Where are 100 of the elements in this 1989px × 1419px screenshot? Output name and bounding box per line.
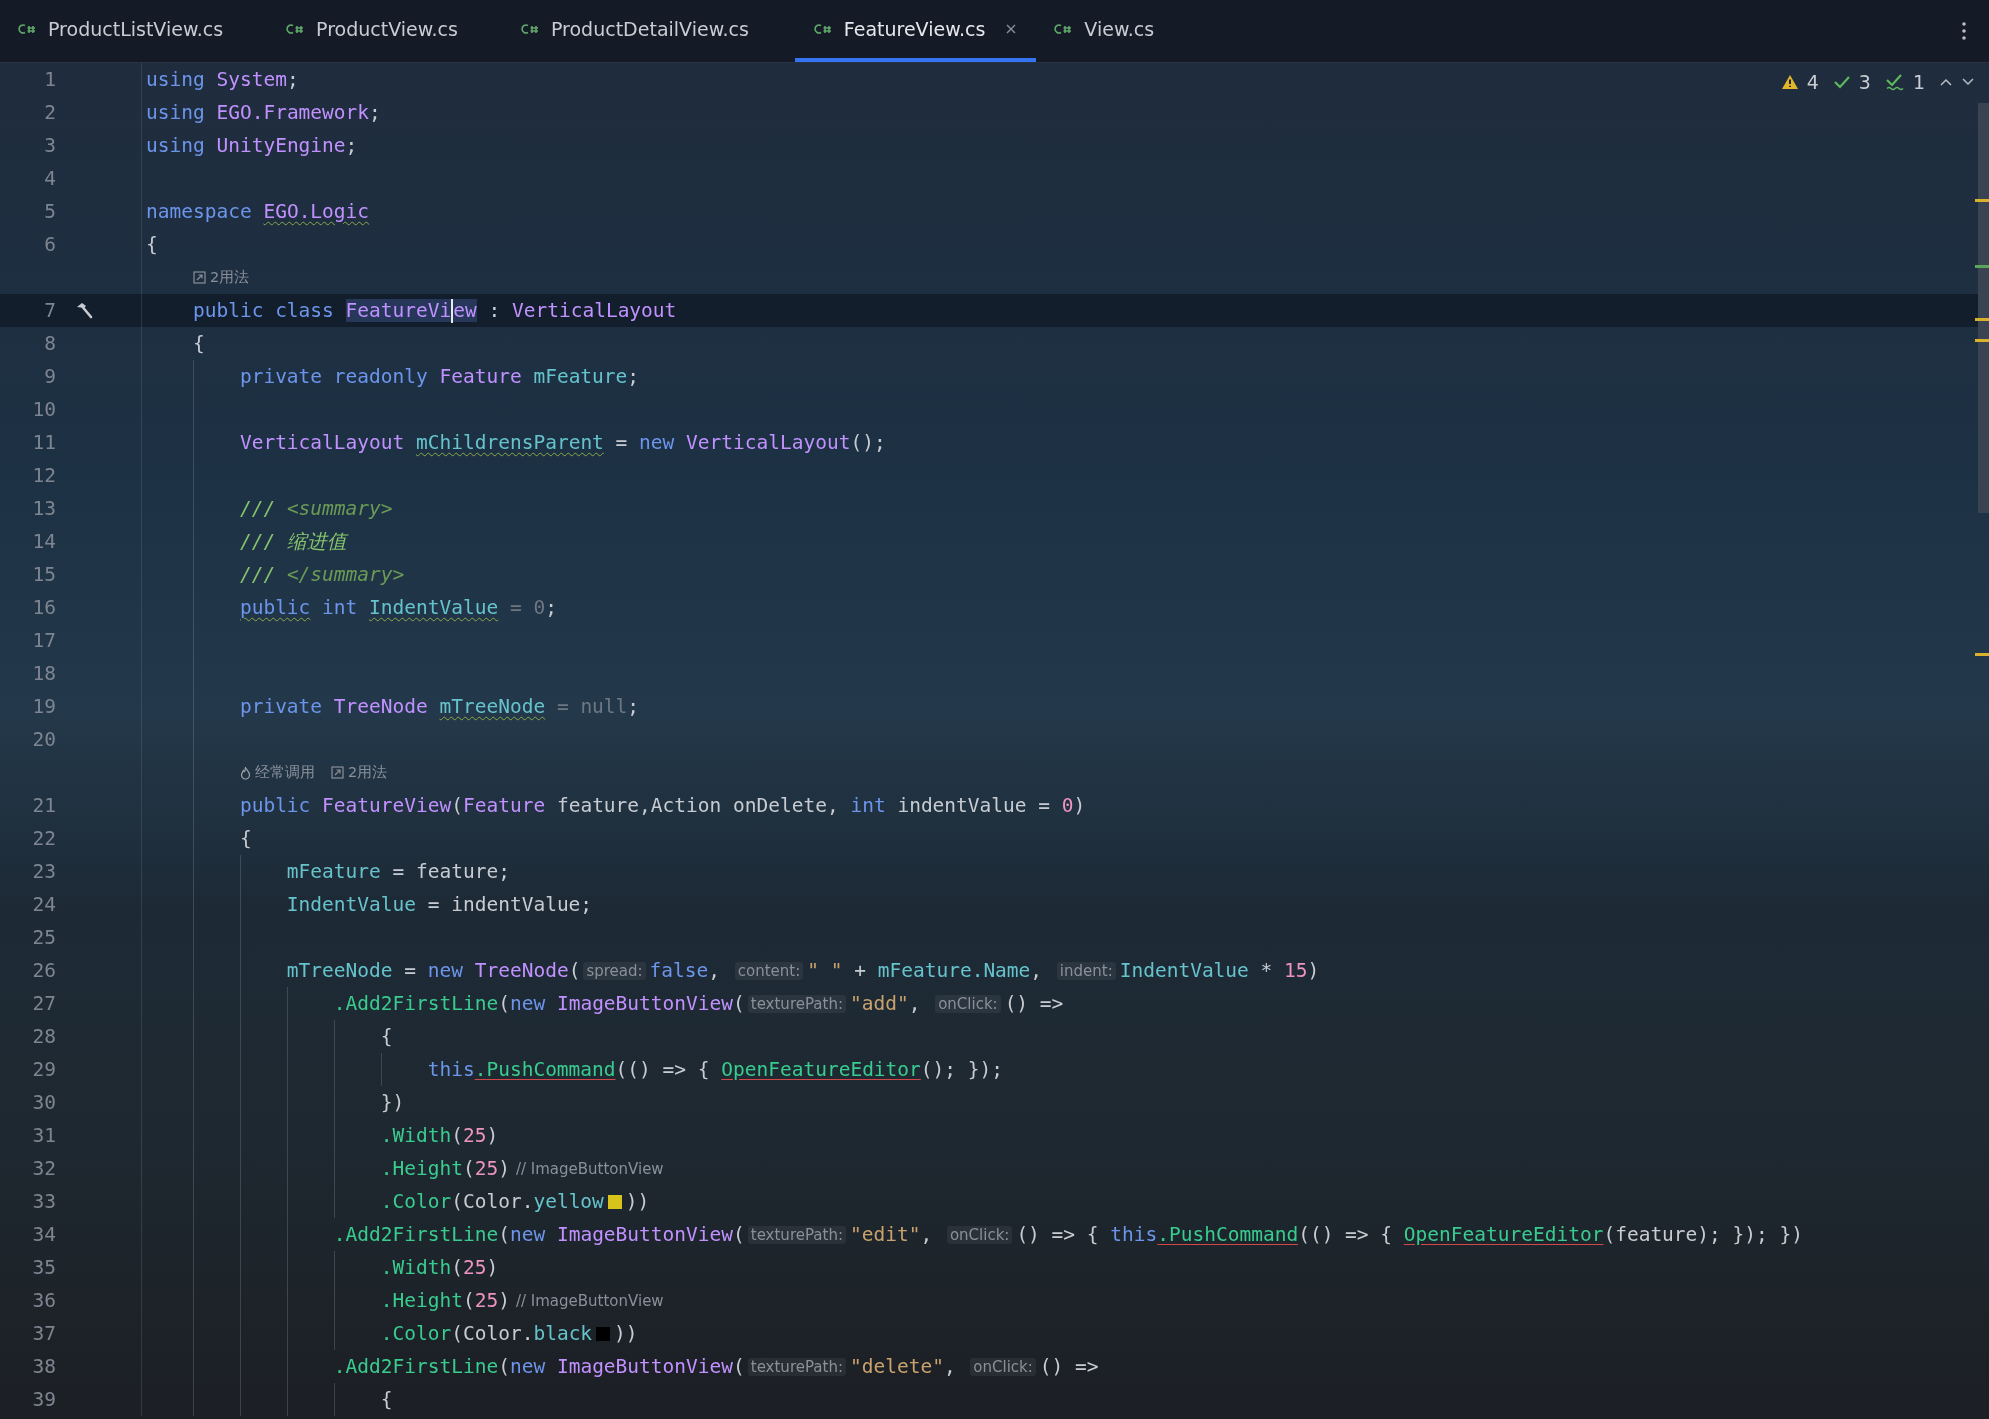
usages-icon: [330, 766, 344, 779]
field-name: IndentValue: [1119, 959, 1249, 982]
code-text: ;: [286, 68, 299, 91]
field-name: mFeature: [533, 365, 628, 388]
namespace-name: System: [216, 68, 287, 91]
more-options-icon[interactable]: [1961, 21, 1967, 41]
type-name: ImageButtonView: [556, 1355, 733, 1378]
inline-hint: // ImageButtonView: [515, 1291, 664, 1310]
scrollbar-thumb[interactable]: [1978, 103, 1989, 513]
method-name[interactable]: .Width: [380, 1124, 452, 1147]
code-text: (() => {: [615, 1058, 711, 1081]
line-number: 31: [31, 1124, 56, 1147]
type-name: FeatureView: [322, 794, 452, 817]
keyword: new: [427, 959, 463, 982]
method-name[interactable]: .Color: [380, 1190, 452, 1213]
code-text: ,: [708, 959, 722, 982]
keyword: this: [1110, 1223, 1158, 1246]
line-number: 28: [31, 1025, 56, 1048]
method-name[interactable]: .Add2FirstLine: [333, 992, 499, 1015]
number-literal: 25: [474, 1289, 499, 1312]
unused-code: = null: [555, 695, 628, 718]
code-text: {: [146, 233, 158, 256]
line-number: 34: [31, 1223, 56, 1246]
line-number: 33: [31, 1190, 56, 1213]
line-number: 37: [31, 1322, 56, 1345]
line-number: 21: [31, 794, 56, 817]
method-name[interactable]: .Height: [380, 1289, 463, 1312]
file-tab[interactable]: ProductListView.cs: [0, 0, 269, 62]
keyword: public: [239, 596, 311, 619]
chevron-down-icon[interactable]: [1961, 77, 1975, 87]
method-name[interactable]: OpenFeatureEditor: [721, 1058, 921, 1081]
parameter-hint: spread:: [583, 961, 646, 980]
text-caret: [451, 298, 454, 323]
method-name[interactable]: .Add2FirstLine: [333, 1355, 499, 1378]
field-name: mChildrensParent: [416, 431, 604, 454]
code-vision-text[interactable]: 经常调用: [254, 763, 315, 782]
keyword: using: [146, 101, 205, 124]
field-name: mTreeNode: [286, 959, 393, 982]
code-text: () =>: [1004, 992, 1064, 1015]
code-text: (: [498, 1355, 510, 1378]
code-text: )): [625, 1190, 650, 1213]
code-text: ,: [943, 1355, 957, 1378]
code-text: ,: [920, 1223, 934, 1246]
code-text: ): [486, 1256, 499, 1279]
field-name: black: [533, 1322, 593, 1345]
method-name[interactable]: OpenFeatureEditor: [1403, 1223, 1604, 1246]
parameter-hint: onClick:: [970, 1357, 1036, 1376]
code-text: ;: [627, 365, 640, 388]
string-literal: "add": [849, 992, 909, 1015]
keyword: using: [146, 134, 205, 157]
code-text: +: [853, 959, 867, 982]
problem-count: 4: [1806, 71, 1819, 93]
line-number: 17: [31, 629, 56, 652]
chevron-up-icon[interactable]: [1939, 77, 1953, 87]
line-number: 32: [31, 1157, 56, 1180]
method-name[interactable]: .Color: [380, 1322, 452, 1345]
method-name[interactable]: .PushCommand: [474, 1058, 616, 1081]
code-text: ;: [545, 596, 557, 619]
line-number: 25: [31, 926, 56, 949]
keyword: private readonly: [239, 365, 428, 388]
file-tab[interactable]: View.cs: [1036, 0, 1200, 62]
namespace-name: EGO.Framework: [216, 101, 370, 124]
file-tab[interactable]: ProductDetailView.cs: [502, 0, 794, 62]
file-tab[interactable]: ProductView.cs: [268, 0, 503, 62]
usages-icon: [192, 271, 206, 284]
code-text: {: [380, 1388, 393, 1411]
line-number: 23: [31, 860, 56, 883]
type-name: Feature: [463, 794, 546, 817]
type-name: TreeNode: [333, 695, 428, 718]
line-number: 11: [31, 431, 56, 454]
keyword: public class: [192, 299, 334, 322]
inline-hint: // ImageButtonView: [515, 1159, 664, 1178]
namespace-name: EGO.Logic: [263, 200, 370, 223]
code-text: (: [498, 992, 510, 1015]
typo-check-icon: [1884, 73, 1905, 91]
method-name[interactable]: .Width: [380, 1256, 452, 1279]
code-vision-text[interactable]: 2用法: [347, 763, 388, 782]
line-number: 35: [31, 1256, 56, 1279]
line-number: 6: [43, 233, 56, 256]
code-text: (: [462, 1157, 475, 1180]
field-name: yellow: [533, 1190, 604, 1213]
code-text: ): [486, 1124, 499, 1147]
method-name[interactable]: .Height: [380, 1157, 463, 1180]
method-name[interactable]: .PushCommand: [1157, 1223, 1299, 1246]
method-name[interactable]: .Add2FirstLine: [333, 1223, 499, 1246]
code-text: (: [733, 992, 745, 1015]
number-literal: 25: [462, 1256, 487, 1279]
comment: /// 缩进值: [239, 529, 347, 555]
type-name: TreeNode: [474, 959, 569, 982]
close-icon: [1005, 23, 1018, 35]
code-vision-text[interactable]: 2用法: [209, 268, 250, 287]
line-number: 26: [31, 959, 56, 982]
code-text: ): [498, 1289, 510, 1312]
code-text: = feature;: [391, 860, 510, 883]
comment: ///: [239, 497, 276, 520]
csharp-file-icon: [520, 22, 541, 36]
code-text: (: [451, 1256, 463, 1279]
keyword: new: [509, 992, 546, 1015]
keyword: using: [146, 68, 205, 91]
warning-icon: [1780, 74, 1799, 90]
